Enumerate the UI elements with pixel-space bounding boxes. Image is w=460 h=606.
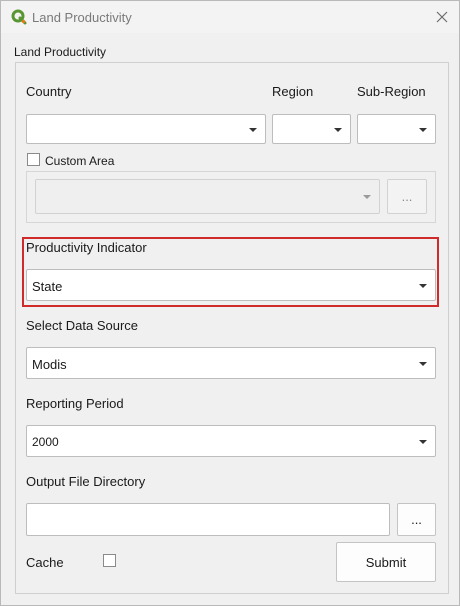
subregion-label: Sub-Region bbox=[357, 84, 426, 99]
custom-area-browse-button[interactable]: ... bbox=[387, 179, 427, 214]
submit-button[interactable]: Submit bbox=[336, 542, 436, 582]
country-dropdown[interactable] bbox=[26, 114, 266, 144]
reporting-period-value: 2000 bbox=[32, 435, 59, 449]
data-source-label: Select Data Source bbox=[26, 318, 139, 333]
chevron-down-icon bbox=[334, 128, 342, 132]
custom-area-label: Custom Area bbox=[45, 154, 115, 168]
region-label: Region bbox=[272, 84, 314, 99]
window-title: Land Productivity bbox=[32, 10, 132, 25]
chevron-down-icon bbox=[419, 362, 427, 366]
productivity-indicator-label: Productivity Indicator bbox=[26, 240, 147, 255]
chevron-down-icon bbox=[363, 195, 371, 199]
chevron-down-icon bbox=[419, 284, 427, 288]
title-bar: Land Productivity bbox=[1, 1, 459, 33]
custom-area-dropdown[interactable] bbox=[35, 179, 380, 214]
custom-area-checkbox[interactable] bbox=[27, 153, 40, 166]
region-dropdown[interactable] bbox=[272, 114, 351, 144]
country-label: Country bbox=[26, 84, 72, 99]
chevron-down-icon bbox=[419, 440, 427, 444]
chevron-down-icon bbox=[419, 128, 427, 132]
output-dir-input[interactable] bbox=[26, 503, 390, 536]
data-source-dropdown[interactable]: Modis bbox=[26, 347, 436, 379]
qgis-logo-icon bbox=[11, 9, 27, 25]
cache-checkbox[interactable] bbox=[103, 554, 116, 567]
data-source-value: Modis bbox=[32, 357, 67, 372]
group-title: Land Productivity bbox=[14, 45, 107, 59]
output-dir-label: Output File Directory bbox=[26, 474, 146, 489]
reporting-period-label: Reporting Period bbox=[26, 396, 124, 411]
close-icon bbox=[436, 11, 448, 23]
output-dir-browse-button[interactable]: ... bbox=[397, 503, 436, 536]
close-button[interactable] bbox=[429, 5, 455, 29]
subregion-dropdown[interactable] bbox=[357, 114, 436, 144]
productivity-indicator-dropdown[interactable]: State bbox=[26, 269, 436, 301]
chevron-down-icon bbox=[249, 128, 257, 132]
productivity-indicator-value: State bbox=[32, 279, 63, 294]
cache-label: Cache bbox=[26, 555, 64, 570]
reporting-period-dropdown[interactable]: 2000 bbox=[26, 425, 436, 457]
dialog-window: Land Productivity Land Productivity Coun… bbox=[0, 0, 460, 606]
